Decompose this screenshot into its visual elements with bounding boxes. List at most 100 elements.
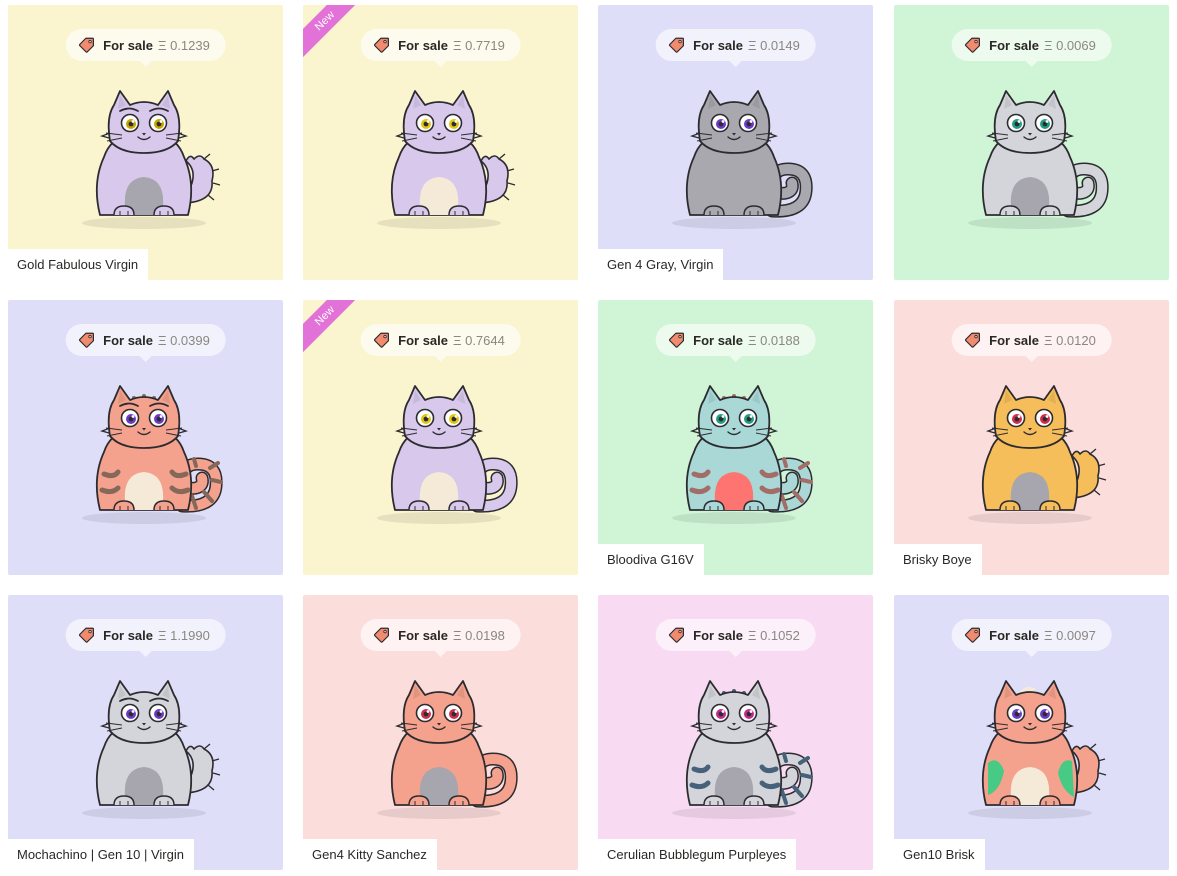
kitty-card-3[interactable]: For sale Ξ 0.0149 Gen 4 Gray, Virgin <box>598 5 873 280</box>
for-sale-label: For sale <box>989 627 1040 643</box>
currency-symbol: Ξ <box>158 332 167 348</box>
kitty-name: Gen 4 Gray, Virgin <box>598 249 724 280</box>
price-tag-icon <box>667 626 685 644</box>
for-sale-label: For sale <box>398 37 449 53</box>
kitty-card-8[interactable]: For sale Ξ 0.0120 Brisky Boye <box>894 300 1169 575</box>
kitty-image <box>967 680 1106 819</box>
price-tag-icon <box>77 331 95 349</box>
price-value: 0.0097 <box>1056 627 1096 643</box>
kitty-price: Ξ 0.0069 <box>1044 38 1096 53</box>
kitty-price: Ξ 0.0097 <box>1044 628 1096 643</box>
kitty-card-6[interactable]: New For sale Ξ 0.7644 <box>303 300 578 575</box>
for-sale-badge: For sale Ξ 0.0097 <box>951 619 1112 657</box>
kitty-price: Ξ 0.0149 <box>748 38 800 53</box>
kitty-price: Ξ 1.1990 <box>158 628 210 643</box>
kitty-card-9[interactable]: For sale Ξ 1.1990 Mochachino | Gen 10 | … <box>8 595 283 870</box>
currency-symbol: Ξ <box>748 37 757 53</box>
for-sale-label: For sale <box>989 37 1040 53</box>
price-value: 1.1990 <box>170 627 210 643</box>
price-tag-icon <box>372 36 390 54</box>
for-sale-badge: For sale Ξ 0.0120 <box>951 324 1112 362</box>
kitty-name: Brisky Boye <box>894 544 982 575</box>
price-tag-icon <box>667 36 685 54</box>
for-sale-label: For sale <box>693 627 744 643</box>
price-tag-icon <box>372 626 390 644</box>
kitty-price: Ξ 0.1239 <box>158 38 210 53</box>
for-sale-label: For sale <box>103 627 154 643</box>
currency-symbol: Ξ <box>748 627 757 643</box>
price-value: 0.7719 <box>465 37 505 53</box>
kitty-card-4[interactable]: For sale Ξ 0.0069 <box>894 5 1169 280</box>
price-tag-icon <box>963 36 981 54</box>
kitty-card-10[interactable]: For sale Ξ 0.0198 Gen4 Kitty Sanchez <box>303 595 578 870</box>
new-ribbon: New <box>303 300 368 359</box>
kitty-name: Gold Fabulous Virgin <box>8 249 149 280</box>
currency-symbol: Ξ <box>748 332 757 348</box>
kitty-card-2[interactable]: New For sale Ξ 0.7719 <box>303 5 578 280</box>
kitty-name: Cerulian Bubblegum Purpleyes <box>598 839 797 870</box>
kitty-price: Ξ 0.7719 <box>453 38 505 53</box>
currency-symbol: Ξ <box>158 37 167 53</box>
price-value: 0.0198 <box>465 627 505 643</box>
price-value: 0.0399 <box>170 332 210 348</box>
price-value: 0.0069 <box>1056 37 1096 53</box>
price-tag-icon <box>372 331 390 349</box>
kitty-name: Bloodiva G16V <box>598 544 704 575</box>
kitty-price: Ξ 0.0120 <box>1044 333 1096 348</box>
kitty-card-11[interactable]: For sale Ξ 0.1052 Cerulian Bubblegum Pur… <box>598 595 873 870</box>
kitty-image <box>967 90 1109 229</box>
price-value: 0.7644 <box>465 332 505 348</box>
kitty-card-7[interactable]: For sale Ξ 0.0188 Bloodiva G16V <box>598 300 873 575</box>
currency-symbol: Ξ <box>453 627 462 643</box>
kitty-name: Gen10 Brisk <box>894 839 985 870</box>
kitty-image <box>81 90 220 229</box>
for-sale-badge: For sale Ξ 0.0069 <box>951 29 1112 67</box>
kitty-image <box>671 385 813 524</box>
currency-symbol: Ξ <box>1044 332 1053 348</box>
price-value: 0.1239 <box>170 37 210 53</box>
for-sale-badge: For sale Ξ 0.0188 <box>655 324 816 362</box>
kitty-image <box>81 385 223 524</box>
kitty-price: Ξ 0.0198 <box>453 628 505 643</box>
price-value: 0.0120 <box>1056 332 1096 348</box>
currency-symbol: Ξ <box>158 627 167 643</box>
price-value: 0.0149 <box>760 37 800 53</box>
kitty-price: Ξ 0.1052 <box>748 628 800 643</box>
price-tag-icon <box>77 36 95 54</box>
kitty-name: Mochachino | Gen 10 | Virgin <box>8 839 194 870</box>
currency-symbol: Ξ <box>1044 37 1053 53</box>
currency-symbol: Ξ <box>453 37 462 53</box>
kitty-card-5[interactable]: For sale Ξ 0.0399 <box>8 300 283 575</box>
for-sale-badge: For sale Ξ 0.1052 <box>655 619 816 657</box>
kitty-card-12[interactable]: For sale Ξ 0.0097 Gen10 Brisk <box>894 595 1169 870</box>
for-sale-label: For sale <box>398 332 449 348</box>
kitty-image <box>376 90 515 229</box>
kitty-price: Ξ 0.0188 <box>748 333 800 348</box>
new-ribbon: New <box>303 5 368 64</box>
kitty-image <box>376 385 518 524</box>
kitty-image <box>671 680 813 819</box>
for-sale-label: For sale <box>989 332 1040 348</box>
kitty-card-1[interactable]: For sale Ξ 0.1239 Gold Fabulous Virgin <box>8 5 283 280</box>
price-tag-icon <box>77 626 95 644</box>
for-sale-badge: For sale Ξ 0.7644 <box>360 324 521 362</box>
price-tag-icon <box>963 331 981 349</box>
kitty-price: Ξ 0.0399 <box>158 333 210 348</box>
currency-symbol: Ξ <box>453 332 462 348</box>
price-value: 0.0188 <box>760 332 800 348</box>
for-sale-label: For sale <box>398 627 449 643</box>
for-sale-label: For sale <box>693 37 744 53</box>
kitty-price: Ξ 0.7644 <box>453 333 505 348</box>
price-value: 0.1052 <box>760 627 800 643</box>
for-sale-badge: For sale Ξ 0.0399 <box>65 324 226 362</box>
kitty-image <box>376 680 518 819</box>
for-sale-badge: For sale Ξ 1.1990 <box>65 619 226 657</box>
currency-symbol: Ξ <box>1044 627 1053 643</box>
for-sale-badge: For sale Ξ 0.0198 <box>360 619 521 657</box>
for-sale-label: For sale <box>693 332 744 348</box>
price-tag-icon <box>667 331 685 349</box>
kitty-gallery-grid: For sale Ξ 0.1239 Gold Fabulous Virgin N… <box>0 0 1177 876</box>
kitty-image <box>671 90 813 229</box>
for-sale-badge: For sale Ξ 0.0149 <box>655 29 816 67</box>
kitty-image <box>967 385 1106 524</box>
